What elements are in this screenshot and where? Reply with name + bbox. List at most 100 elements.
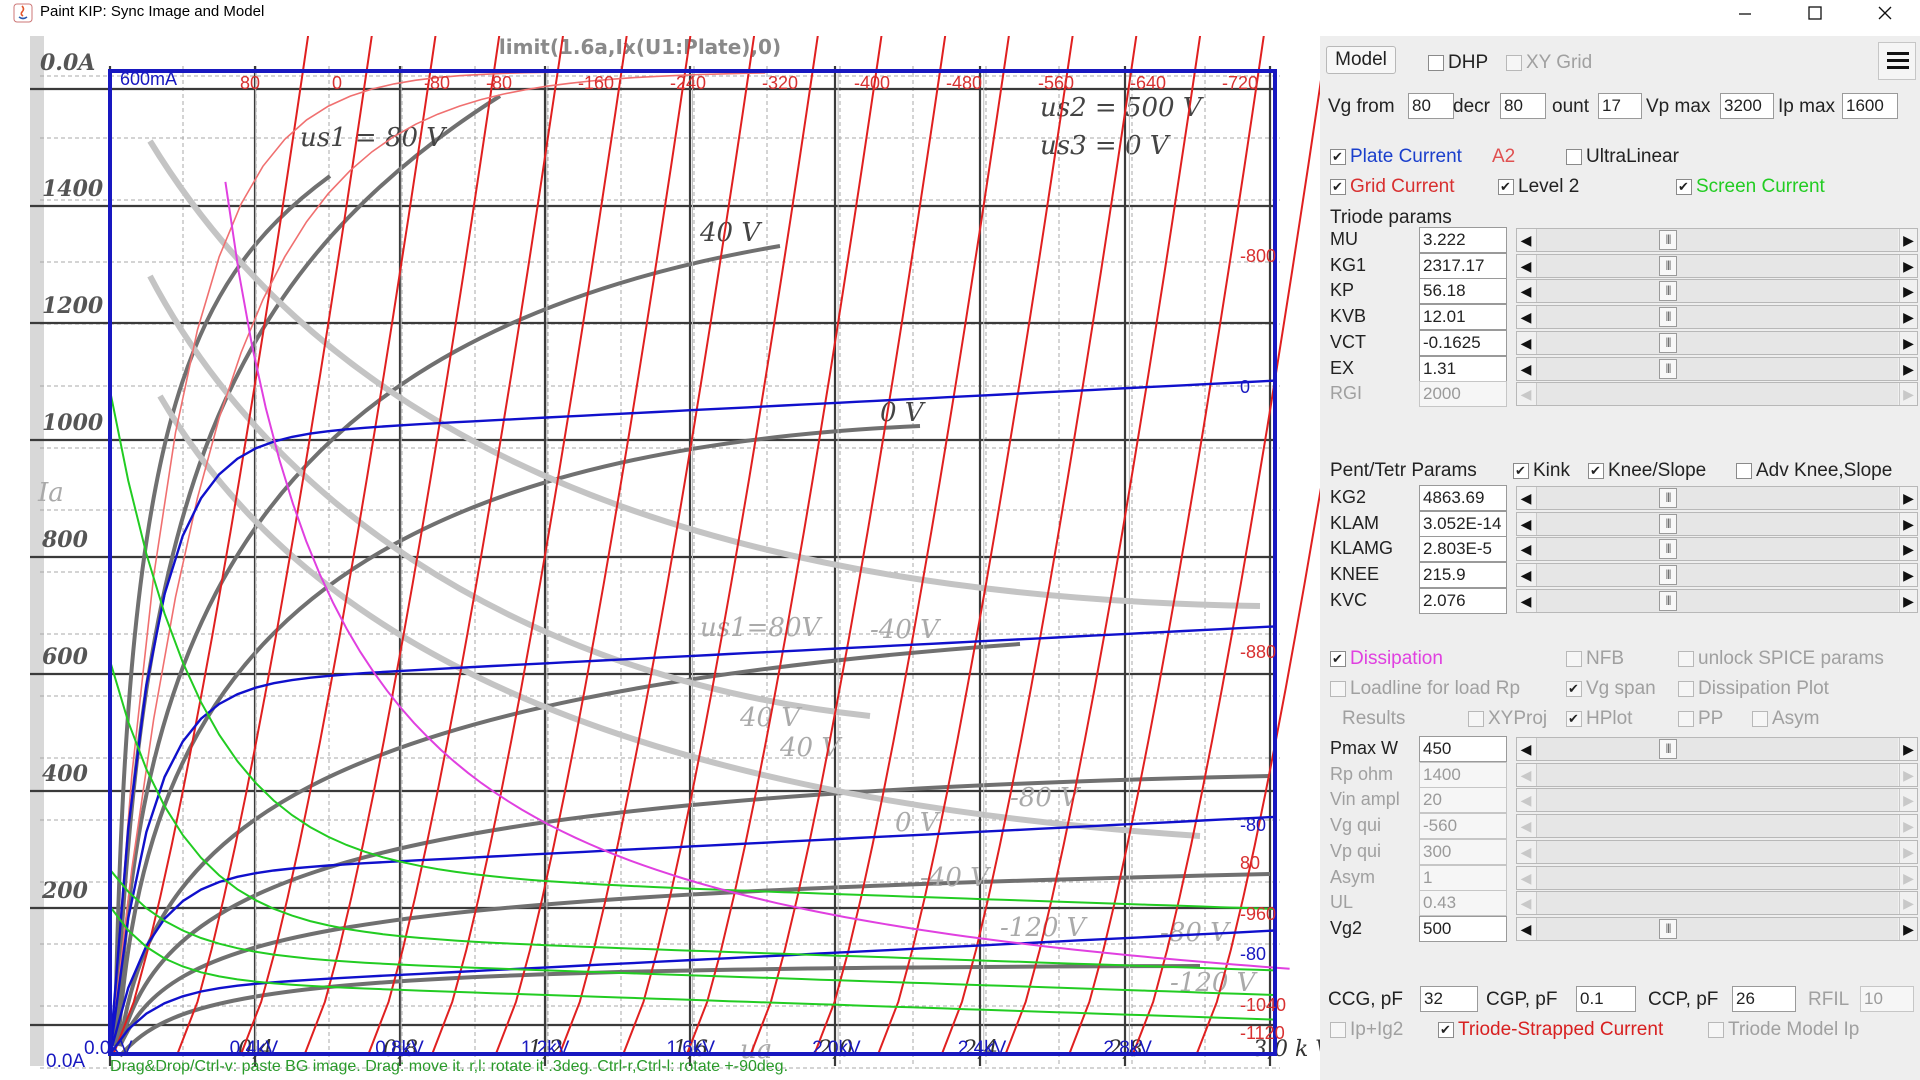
slider-thumb[interactable]: ||| [1659, 539, 1677, 560]
slider-track[interactable] [1536, 815, 1898, 838]
param-slider-rgi[interactable]: ◀ ▶ [1516, 382, 1918, 407]
slider-track[interactable]: ||| [1536, 917, 1898, 940]
slider-thumb[interactable]: ||| [1659, 590, 1677, 611]
plate-current-checkbox[interactable]: Plate Current [1330, 146, 1462, 168]
param-field-knee[interactable]: 215.9 [1419, 562, 1507, 589]
param-slider-ex[interactable]: ◀ ||| ▶ [1516, 356, 1918, 381]
hplot-checkbox[interactable]: HPlot [1566, 708, 1632, 730]
dissipation-plot-checkbox[interactable]: Dissipation Plot [1678, 678, 1829, 700]
param-field-klam[interactable]: 3.052E-14 [1419, 510, 1507, 537]
param-field-vg-qui[interactable]: -560 [1419, 813, 1507, 840]
ultralinear-checkbox-box[interactable] [1566, 148, 1582, 165]
vg-span-checkbox[interactable]: Vg span [1566, 678, 1656, 700]
knee-slope-checkbox-box[interactable] [1588, 462, 1604, 479]
slider-thumb[interactable]: ||| [1659, 513, 1677, 534]
slider-thumb[interactable]: ||| [1659, 739, 1677, 759]
ip-ig2-checkbox-box[interactable] [1330, 1021, 1346, 1038]
param-slider-vg2[interactable]: ◀ ||| ▶ [1516, 916, 1918, 941]
pp-checkbox-box[interactable] [1678, 710, 1694, 727]
slider-right-arrow-icon[interactable]: ▶ [1899, 487, 1917, 509]
param-slider-vp-qui[interactable]: ◀ ▶ [1516, 839, 1918, 864]
slider-thumb[interactable]: ||| [1659, 230, 1677, 250]
slider-left-arrow-icon[interactable]: ◀ [1517, 229, 1535, 251]
dissipation-plot-checkbox-box[interactable] [1678, 680, 1694, 697]
param-slider-klamg[interactable]: ◀ ||| ▶ [1516, 537, 1918, 562]
param-field-kp[interactable]: 56.18 [1419, 278, 1507, 305]
param-field-vin-ampl[interactable]: 20 [1419, 787, 1507, 814]
asym-checkbox[interactable]: Asym [1752, 708, 1820, 730]
maximize-button[interactable] [1792, 0, 1838, 26]
param-field-rp-ohm[interactable]: 1400 [1419, 761, 1507, 788]
xyproj-checkbox-box[interactable] [1468, 710, 1484, 727]
slider-left-arrow-icon[interactable]: ◀ [1517, 738, 1535, 760]
param-field-kg2[interactable]: 4863.69 [1419, 485, 1507, 511]
slider-left-arrow-icon[interactable]: ◀ [1517, 764, 1535, 786]
slider-left-arrow-icon[interactable]: ◀ [1517, 487, 1535, 509]
triode-model-ip-checkbox[interactable]: Triode Model Ip [1708, 1019, 1859, 1041]
menu-button[interactable] [1878, 42, 1916, 80]
minimize-button[interactable] [1722, 0, 1768, 26]
screen-current-checkbox-box[interactable] [1676, 178, 1692, 195]
param-field-kg1[interactable]: 2317.17 [1419, 252, 1507, 279]
dhp-checkbox[interactable]: DHP [1428, 52, 1488, 74]
ip-max-field[interactable]: 1600 [1842, 93, 1898, 119]
triode-model-ip-checkbox-box[interactable] [1708, 1021, 1724, 1038]
grid-current-checkbox[interactable]: Grid Current [1330, 176, 1455, 198]
param-slider-kvb[interactable]: ◀ ||| ▶ [1516, 305, 1918, 330]
slider-left-arrow-icon[interactable]: ◀ [1517, 841, 1535, 863]
param-slider-vg-qui[interactable]: ◀ ▶ [1516, 814, 1918, 839]
screen-current-checkbox[interactable]: Screen Current [1676, 176, 1825, 198]
slider-track[interactable]: ||| [1536, 280, 1898, 303]
slider-track[interactable]: ||| [1536, 589, 1898, 612]
slider-thumb[interactable]: ||| [1659, 332, 1677, 353]
slider-right-arrow-icon[interactable]: ▶ [1899, 331, 1917, 354]
slider-thumb[interactable]: ||| [1659, 307, 1677, 328]
dhp-checkbox-box[interactable] [1428, 54, 1444, 71]
ccp-field[interactable]: 26 [1732, 986, 1796, 1012]
ultralinear-checkbox[interactable]: UltraLinear [1566, 146, 1679, 168]
slider-track[interactable]: ||| [1536, 564, 1898, 587]
level2-checkbox[interactable]: Level 2 [1498, 176, 1579, 198]
param-slider-klam[interactable]: ◀ ||| ▶ [1516, 511, 1918, 536]
xy-grid-checkbox[interactable]: XY Grid [1506, 52, 1592, 74]
slider-right-arrow-icon[interactable]: ▶ [1899, 306, 1917, 329]
slider-track[interactable]: ||| [1536, 512, 1898, 535]
slider-thumb[interactable]: ||| [1659, 255, 1677, 276]
slider-left-arrow-icon[interactable]: ◀ [1517, 815, 1535, 837]
slider-right-arrow-icon[interactable]: ▶ [1899, 280, 1917, 303]
kink-checkbox[interactable]: Kink [1513, 460, 1570, 482]
param-slider-kg2[interactable]: ◀ ||| ▶ [1516, 486, 1918, 510]
kink-checkbox-box[interactable] [1513, 462, 1529, 479]
param-field-mu[interactable]: 3.222 [1419, 227, 1507, 253]
pp-checkbox[interactable]: PP [1678, 708, 1723, 730]
slider-right-arrow-icon[interactable]: ▶ [1899, 383, 1917, 406]
model-button[interactable]: Model [1326, 46, 1396, 74]
vp-max-field[interactable]: 3200 [1720, 93, 1774, 119]
slider-left-arrow-icon[interactable]: ◀ [1517, 538, 1535, 560]
slider-track[interactable] [1536, 866, 1898, 889]
slider-right-arrow-icon[interactable]: ▶ [1899, 789, 1917, 812]
slider-right-arrow-icon[interactable]: ▶ [1899, 892, 1917, 915]
slider-left-arrow-icon[interactable]: ◀ [1517, 892, 1535, 914]
slider-left-arrow-icon[interactable]: ◀ [1517, 867, 1535, 889]
slider-right-arrow-icon[interactable]: ▶ [1899, 917, 1917, 940]
param-field-vg2[interactable]: 500 [1419, 915, 1507, 942]
slider-track[interactable] [1536, 763, 1898, 786]
plate-current-checkbox-box[interactable] [1330, 148, 1346, 165]
param-field-vp-qui[interactable]: 300 [1419, 838, 1507, 865]
slider-right-arrow-icon[interactable]: ▶ [1899, 357, 1917, 380]
xyproj-checkbox[interactable]: XYProj [1468, 708, 1547, 730]
vg-from-field[interactable]: 80 [1408, 93, 1454, 119]
param-slider-rp-ohm[interactable]: ◀ ▶ [1516, 762, 1918, 787]
slider-right-arrow-icon[interactable]: ▶ [1899, 866, 1917, 889]
param-field-rgi[interactable]: 2000 [1419, 381, 1507, 408]
slider-track[interactable]: ||| [1536, 487, 1898, 509]
slider-right-arrow-icon[interactable]: ▶ [1899, 763, 1917, 786]
param-field-vct[interactable]: -0.1625 [1419, 329, 1507, 356]
param-field-klamg[interactable]: 2.803E-5 [1419, 536, 1507, 563]
triode-strapped-checkbox[interactable]: Triode-Strapped Current [1438, 1019, 1663, 1041]
slider-right-arrow-icon[interactable]: ▶ [1899, 564, 1917, 587]
slider-left-arrow-icon[interactable]: ◀ [1517, 564, 1535, 586]
ccg-field[interactable]: 32 [1420, 986, 1478, 1012]
slider-right-arrow-icon[interactable]: ▶ [1899, 815, 1917, 838]
